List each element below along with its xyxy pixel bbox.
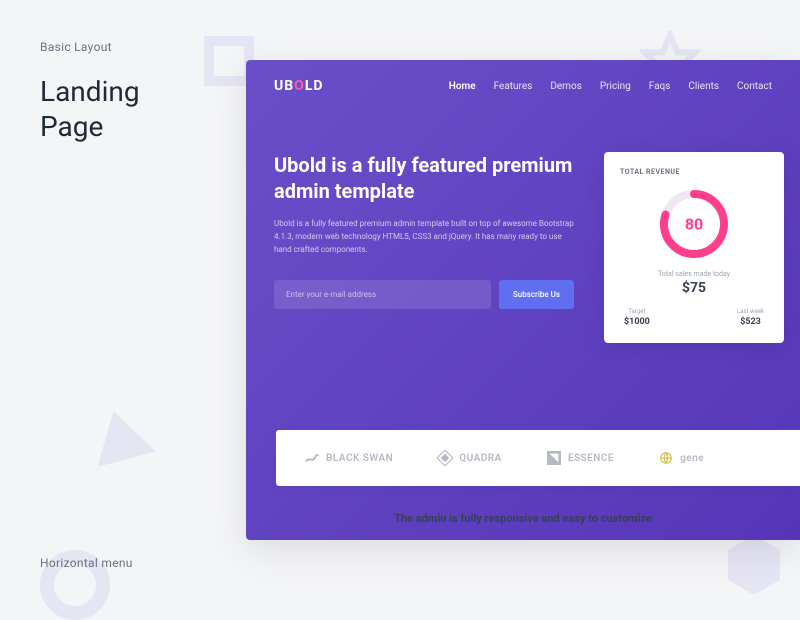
client-gene: gene [658, 450, 704, 466]
nav-demos[interactable]: Demos [550, 81, 582, 92]
lastweek-label: Last week [737, 308, 764, 315]
subscribe-button[interactable]: Subscribe Us [499, 280, 574, 309]
card-title: TOTAL REVENUE [620, 168, 768, 176]
nav-home[interactable]: Home [449, 81, 476, 92]
stat-lastweek: Last week $523 [737, 308, 764, 327]
stat-target: Target $1000 [624, 308, 650, 327]
client-label: gene [680, 453, 704, 464]
hero-title: Ubold is a fully featured premium admin … [274, 152, 574, 204]
bg-triangle [85, 403, 156, 467]
title-line-1: Landing [40, 75, 140, 108]
category-label: Basic Layout [40, 40, 112, 54]
page-title: Landing Page [40, 74, 140, 144]
square-icon [546, 450, 562, 466]
footer-label: Horizontal menu [40, 556, 133, 570]
revenue-card: TOTAL REVENUE 80 Total sales made today … [604, 152, 784, 343]
clients-strip: BLACK SWAN QUADRA ESSENCE gene [276, 430, 800, 486]
swan-icon [304, 450, 320, 466]
nav-contact[interactable]: Contact [737, 81, 772, 92]
logo-part3: LD [305, 78, 324, 94]
nav-links: Home Features Demos Pricing Faqs Clients… [449, 81, 772, 92]
title-line-2: Page [40, 110, 103, 143]
nav-faqs[interactable]: Faqs [649, 81, 671, 92]
hero-subtitle: Ubold is a fully featured premium admin … [274, 218, 574, 256]
subscribe-row: Subscribe Us [274, 280, 574, 309]
email-input[interactable] [274, 280, 491, 309]
target-value: $1000 [624, 317, 650, 327]
stats-row: Target $1000 Last week $523 [620, 308, 768, 327]
sales-label: Total sales made today [620, 270, 768, 278]
donut-value: 80 [685, 215, 703, 234]
sales-value: $75 [620, 280, 768, 296]
client-blackswan: BLACK SWAN [304, 450, 393, 466]
nav-features[interactable]: Features [494, 81, 533, 92]
client-essence: ESSENCE [546, 450, 614, 466]
top-nav: UBOLD Home Features Demos Pricing Faqs C… [246, 60, 800, 112]
hero-left: Ubold is a fully featured premium admin … [274, 152, 574, 343]
logo-part2: O [294, 78, 305, 94]
diamond-icon [437, 450, 453, 466]
donut-chart: 80 [620, 188, 768, 260]
client-label: ESSENCE [568, 453, 614, 464]
landing-preview: UBOLD Home Features Demos Pricing Faqs C… [246, 60, 800, 540]
target-label: Target [624, 308, 650, 315]
tagline: The admin is fully responsive and easy t… [383, 511, 663, 526]
bg-hexagon [728, 550, 780, 580]
client-quadra: QUADRA [437, 450, 502, 466]
logo[interactable]: UBOLD [274, 78, 324, 94]
globe-icon [658, 450, 674, 466]
client-label: QUADRA [459, 453, 502, 464]
nav-clients[interactable]: Clients [688, 81, 719, 92]
lastweek-value: $523 [737, 317, 764, 327]
hero-section: Ubold is a fully featured premium admin … [246, 112, 800, 343]
nav-pricing[interactable]: Pricing [600, 81, 631, 92]
logo-part1: UB [274, 78, 294, 94]
client-label: BLACK SWAN [326, 453, 393, 464]
